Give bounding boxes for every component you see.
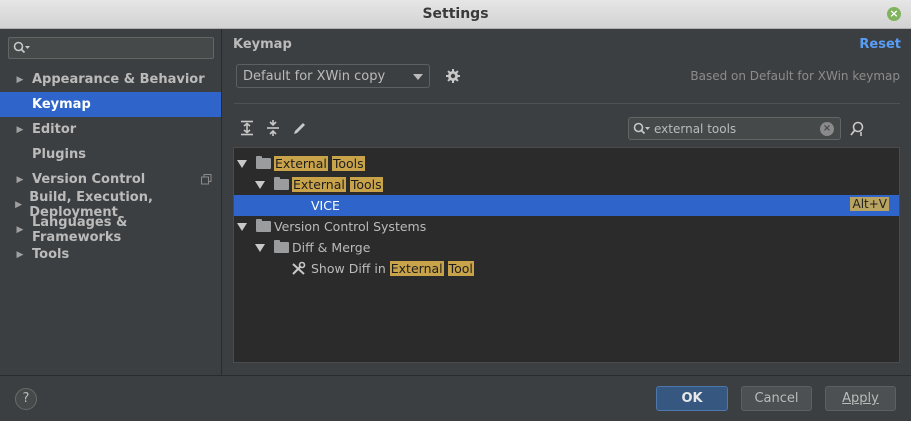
- tree-row-label: Diff & Merge: [292, 240, 371, 255]
- window-title: Settings: [422, 6, 489, 22]
- sidebar-item-build[interactable]: ▶ Build, Execution, Deployment: [0, 190, 221, 220]
- edit-pencil-icon[interactable]: [292, 120, 308, 136]
- tree-row-label: External Tools: [292, 177, 383, 192]
- shortcut-badge: Alt+V: [850, 197, 889, 211]
- tree-row-label: External Tools: [274, 156, 365, 171]
- chevron-right-icon: ▶: [16, 249, 24, 260]
- folder-icon: [274, 240, 289, 253]
- keymap-panel: Keymap Reset Default for XWin copy Based…: [223, 29, 911, 375]
- ok-button[interactable]: OK: [656, 386, 728, 411]
- sidebar-item-label: Languages & Frameworks: [31, 214, 128, 245]
- tree-row-diff-merge[interactable]: Diff & Merge: [234, 237, 899, 258]
- help-button[interactable]: ?: [15, 388, 37, 410]
- tree-row-label: Version Control Systems: [274, 219, 427, 234]
- keymap-search-input[interactable]: external tools ×: [628, 117, 841, 140]
- tree-row-show-diff[interactable]: Show Diff in External Tool: [234, 258, 899, 279]
- settings-nav: ▶ Appearance & Behavior Keymap ▶ Editor …: [0, 67, 221, 267]
- expanded-triangle-icon[interactable]: [237, 223, 247, 231]
- sidebar-item-label: Version Control: [32, 172, 146, 187]
- keymap-tree[interactable]: External Tools External Tools VICE Alt+V…: [233, 147, 900, 363]
- sidebar-item-keymap[interactable]: Keymap: [0, 92, 221, 117]
- chevron-right-icon: ▶: [16, 224, 24, 235]
- collapse-all-icon[interactable]: [265, 120, 281, 136]
- sidebar-item-languages[interactable]: ▶ Languages & Frameworks: [0, 214, 221, 245]
- sidebar-item-label: Appearance & Behavior: [32, 72, 205, 87]
- expanded-triangle-icon[interactable]: [255, 244, 265, 252]
- based-on-label: Based on Default for XWin keymap: [690, 69, 900, 83]
- tree-row-version-control-systems[interactable]: Version Control Systems: [234, 216, 899, 237]
- cancel-button[interactable]: Cancel: [741, 386, 812, 411]
- folder-icon: [274, 177, 289, 190]
- keymap-scheme-value: Default for XWin copy: [243, 68, 386, 84]
- sidebar-item-label: Tools: [32, 247, 70, 262]
- expanded-triangle-icon[interactable]: [237, 160, 247, 168]
- chevron-down-icon: [413, 74, 423, 80]
- sidebar-item-plugins[interactable]: Plugins: [0, 142, 221, 167]
- find-by-shortcut-icon[interactable]: [849, 121, 867, 137]
- close-icon[interactable]: ×: [887, 7, 901, 21]
- page-title: Keymap: [233, 37, 292, 52]
- tree-row-external-tools-subgroup[interactable]: External Tools: [234, 174, 899, 195]
- search-icon: [13, 41, 30, 54]
- project-copy-icon: [201, 174, 212, 185]
- sidebar-item-version-control[interactable]: ▶ Version Control: [0, 167, 221, 192]
- sidebar-item-label: Editor: [32, 122, 77, 137]
- reset-link[interactable]: Reset: [859, 37, 901, 52]
- title-bar: Settings ×: [0, 0, 911, 29]
- chevron-right-icon: ▶: [15, 199, 23, 210]
- tree-row-label: VICE: [311, 198, 340, 213]
- expand-all-icon[interactable]: [239, 120, 255, 136]
- keymap-scheme-select[interactable]: Default for XWin copy: [236, 64, 430, 88]
- clear-search-icon[interactable]: ×: [820, 122, 834, 136]
- sidebar-item-appearance[interactable]: ▶ Appearance & Behavior: [0, 67, 221, 92]
- sidebar-item-tools[interactable]: ▶ Tools: [0, 242, 221, 267]
- tools-icon: [292, 261, 306, 275]
- search-icon: [633, 122, 650, 135]
- sidebar-item-editor[interactable]: ▶ Editor: [0, 117, 221, 142]
- tree-row-label: Show Diff in External Tool: [311, 261, 474, 276]
- chevron-right-icon: ▶: [16, 74, 24, 85]
- divider: [234, 103, 900, 104]
- apply-button[interactable]: Apply: [825, 386, 896, 411]
- chevron-right-icon: ▶: [16, 124, 24, 135]
- chevron-right-icon: ▶: [16, 174, 24, 185]
- sidebar-search-input[interactable]: [8, 37, 214, 59]
- folder-icon: [256, 156, 271, 169]
- sidebar: ▶ Appearance & Behavior Keymap ▶ Editor …: [0, 29, 222, 375]
- dialog-footer: ? OK Cancel Apply: [0, 375, 911, 421]
- gear-icon[interactable]: [445, 68, 461, 84]
- sidebar-item-label: Plugins: [32, 147, 86, 162]
- expanded-triangle-icon[interactable]: [255, 181, 265, 189]
- folder-icon: [256, 219, 271, 232]
- search-value: external tools: [654, 121, 737, 136]
- tree-row-vice[interactable]: VICE Alt+V: [234, 195, 899, 216]
- sidebar-item-label: Keymap: [32, 97, 91, 112]
- tree-row-external-tools-group[interactable]: External Tools: [234, 153, 899, 174]
